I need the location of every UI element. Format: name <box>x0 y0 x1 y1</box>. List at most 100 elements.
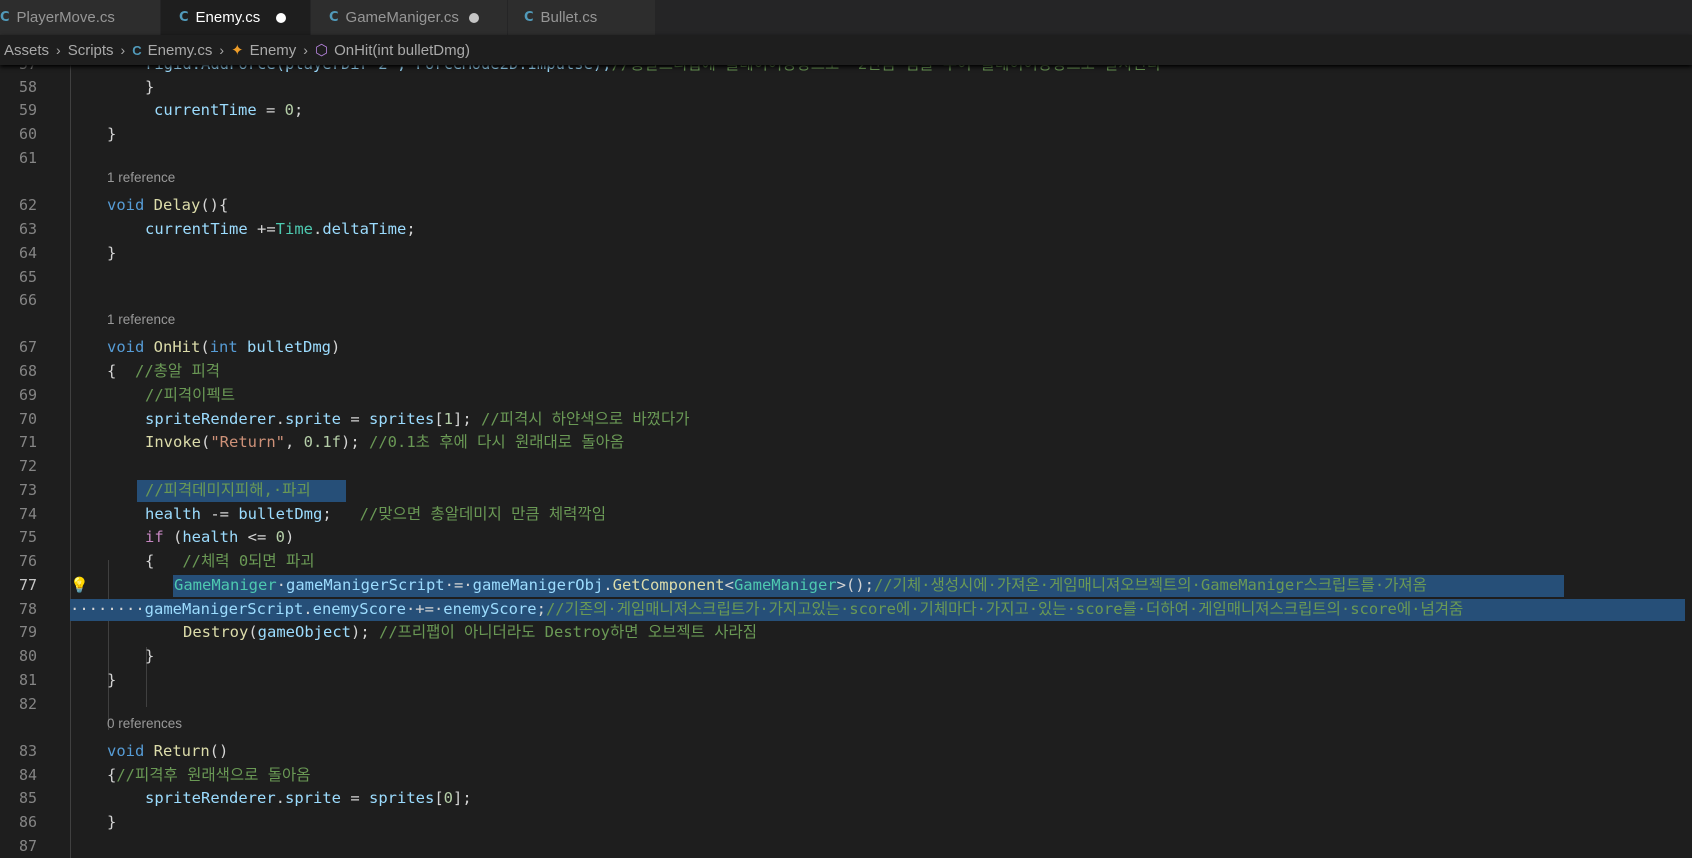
line-number: 64 <box>18 244 37 262</box>
code-line-78[interactable]: 78 ········gameManigerScript.enemyScore·… <box>0 598 1692 622</box>
tab-label: GameManiger.cs <box>345 9 459 26</box>
line-number: 85 <box>18 789 37 807</box>
code-line-73[interactable]: 73 //피격데미지피해,·파괴 <box>0 479 1692 503</box>
line-number: 67 <box>18 338 37 356</box>
code-line-68[interactable]: 68 { //총알 피격 <box>0 360 1692 384</box>
class-icon: ✦ <box>231 42 244 59</box>
method-cube-icon: ⬡ <box>314 42 329 59</box>
line-number: 60 <box>18 125 37 143</box>
line-number: 87 <box>18 837 37 855</box>
code-line-65[interactable]: 65 <box>0 266 1692 290</box>
code-line-77[interactable]: 77 💡 GameManiger·gameManigerScript·=·gam… <box>0 574 1692 598</box>
code-line-74[interactable]: 74 health -= bulletDmg; //맞으면 총알데미지 만큼 체… <box>0 503 1692 527</box>
code-line-86[interactable]: 86 } <box>0 811 1692 835</box>
code-line-62[interactable]: 62 void Delay(){ <box>0 194 1692 218</box>
line-number: 63 <box>18 220 37 238</box>
code-line-60[interactable]: 60 } <box>0 123 1692 147</box>
line-number: 86 <box>18 813 37 831</box>
code-text: { //총알 피격 <box>107 362 221 380</box>
line-number: 78 <box>18 600 37 618</box>
chevron-right-icon: › <box>120 42 126 58</box>
code-text: GameManiger·gameManigerScript·=·gameMani… <box>174 576 1427 594</box>
code-line-66[interactable]: 66 <box>0 289 1692 313</box>
tab-bullet[interactable]: C Bullet.cs <box>508 0 656 35</box>
line-number: 57 <box>0 65 37 77</box>
code-text: {//피격후 원래색으로 돌아옴 <box>107 766 311 784</box>
tab-enemy[interactable]: C Enemy.cs <box>161 0 311 35</box>
code-line-83[interactable]: 83 void Return() <box>0 740 1692 764</box>
breadcrumb-file[interactable]: Enemy.cs <box>148 42 213 59</box>
line-number: 69 <box>18 386 37 404</box>
line-number: 83 <box>18 742 37 760</box>
csharp-icon: C <box>179 10 189 25</box>
code-text: currentTime +=Time.deltaTime; <box>145 220 416 238</box>
code-text: void OnHit(int bulletDmg) <box>107 338 341 356</box>
code-line-72[interactable]: 72 <box>0 455 1692 479</box>
code-line-69[interactable]: 69 //피격이펙트 <box>0 384 1692 408</box>
code-line-67[interactable]: 67 void OnHit(int bulletDmg) <box>0 336 1692 360</box>
tab-label: Bullet.cs <box>540 9 598 26</box>
line-number: 76 <box>18 552 37 570</box>
line-number: 81 <box>18 671 37 689</box>
codelens-references[interactable]: 0 references <box>107 712 182 736</box>
code-line-81[interactable]: 81 } <box>0 669 1692 693</box>
code-line-63[interactable]: 63 currentTime +=Time.deltaTime; <box>0 218 1692 242</box>
line-number: 66 <box>18 291 37 309</box>
line-number: 73 <box>18 481 37 499</box>
breadcrumb: Assets › Scripts › C Enemy.cs › ✦ Enemy … <box>0 35 1692 65</box>
line-number: 75 <box>18 528 37 546</box>
lightbulb-icon[interactable]: 💡 <box>70 578 89 594</box>
line-number: 70 <box>18 410 37 428</box>
code-text: health -= bulletDmg; //맞으면 총알데미지 만큼 체력깍임 <box>145 505 606 523</box>
tab-playermove[interactable]: C PlayerMove.cs <box>0 0 161 35</box>
line-number: 68 <box>18 362 37 380</box>
code-text: spriteRenderer.sprite = sprites[0]; <box>145 789 472 807</box>
breadcrumb-class[interactable]: Enemy <box>250 42 297 59</box>
code-text: } <box>107 813 117 831</box>
code-line-59[interactable]: 59 currentTime = 0; <box>0 99 1692 123</box>
line-number: 58 <box>18 78 37 96</box>
line-number: 84 <box>18 766 37 784</box>
breadcrumb-scripts[interactable]: Scripts <box>68 42 114 59</box>
line-number: 71 <box>18 433 37 451</box>
unsaved-dot-icon[interactable] <box>276 12 287 23</box>
code-text: ········gameManigerScript.enemyScore·+=·… <box>70 600 1464 618</box>
codelens-references[interactable]: 1 reference <box>107 166 175 190</box>
codelens-references[interactable]: 1 reference <box>107 308 175 332</box>
code-line-80[interactable]: 80 } <box>0 645 1692 669</box>
code-editor[interactable]: 57 rigid.AddForce(playerDir*2 , ForceMod… <box>0 65 1692 858</box>
code-text: //피격데미지피해,·파괴 <box>145 481 311 499</box>
line-number: 80 <box>18 647 37 665</box>
code-text: Invoke("Return", 0.1f); //0.1초 후에 다시 원래대… <box>145 433 625 451</box>
tab-gamemaniger[interactable]: C GameManiger.cs <box>311 0 508 35</box>
line-number: 74 <box>18 505 37 523</box>
code-line-61[interactable]: 61 <box>0 147 1692 171</box>
csharp-icon: C <box>132 42 142 58</box>
code-line-71[interactable]: 71 Invoke("Return", 0.1f); //0.1초 후에 다시 … <box>0 431 1692 455</box>
code-line-87[interactable]: 87 <box>0 835 1692 858</box>
code-line-70[interactable]: 70 spriteRenderer.sprite = sprites[1]; /… <box>0 408 1692 432</box>
code-text: } <box>107 125 117 143</box>
code-line-85[interactable]: 85 spriteRenderer.sprite = sprites[0]; <box>0 787 1692 811</box>
line-number: 61 <box>18 149 37 167</box>
code-text: Destroy(gameObject); //프리팹이 아니더라도 Destro… <box>183 623 757 641</box>
editor-tab-bar: C PlayerMove.cs C Enemy.cs C GameManiger… <box>0 0 1692 35</box>
unsaved-dot-icon[interactable] <box>468 12 479 23</box>
code-line-75[interactable]: 75 if (health <= 0) <box>0 526 1692 550</box>
breadcrumb-assets[interactable]: Assets <box>4 42 49 59</box>
csharp-icon: C <box>329 10 339 25</box>
chevron-right-icon: › <box>219 42 225 58</box>
code-line-82[interactable]: 82 <box>0 693 1692 717</box>
code-line-58[interactable]: 58 } <box>0 76 1692 100</box>
code-line-84[interactable]: 84 {//피격후 원래색으로 돌아옴 <box>0 764 1692 788</box>
code-line-79[interactable]: 79 Destroy(gameObject); //프리팹이 아니더라도 Des… <box>0 621 1692 645</box>
line-number: 82 <box>18 695 37 713</box>
code-text: } <box>145 647 155 665</box>
code-line-76[interactable]: 76 { //체력 0되면 파괴 <box>0 550 1692 574</box>
breadcrumb-method[interactable]: OnHit(int bulletDmg) <box>334 42 470 59</box>
csharp-icon: C <box>524 10 534 25</box>
code-line-64[interactable]: 64 } <box>0 242 1692 266</box>
line-number: 65 <box>18 268 37 286</box>
code-text: { //체력 0되면 파괴 <box>145 552 315 570</box>
code-line-57[interactable]: 57 rigid.AddForce(playerDir*2 , ForceMod… <box>0 65 1692 77</box>
